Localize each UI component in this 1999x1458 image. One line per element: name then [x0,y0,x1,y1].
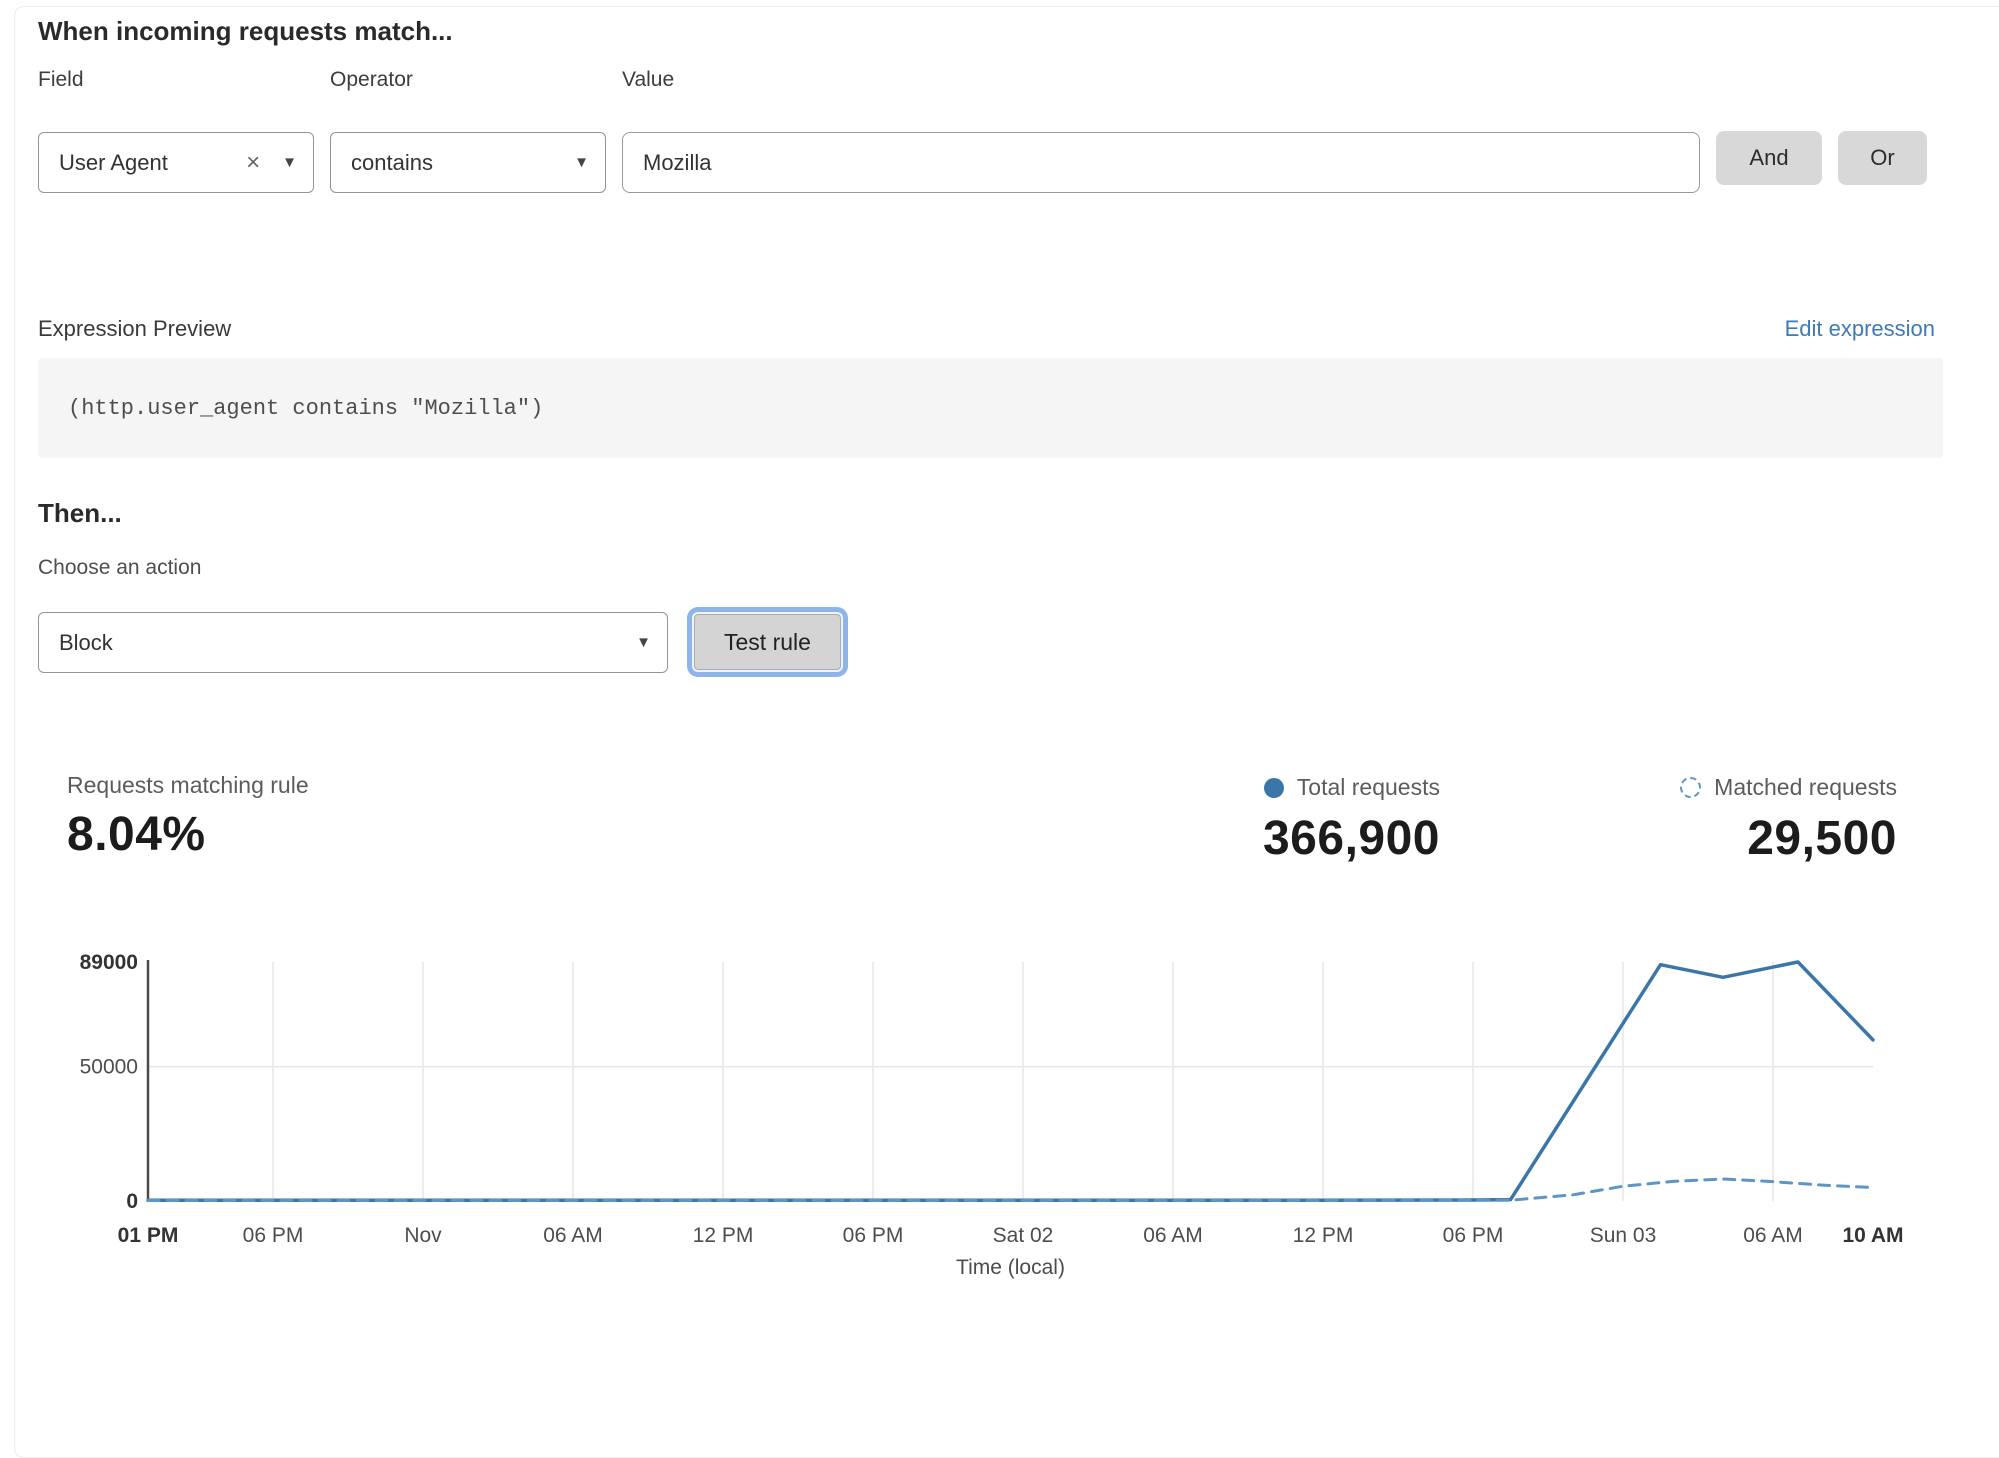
chart-x-tick-label: 06 PM [243,1224,304,1247]
chart-y-tick-label: 0 [126,1190,138,1213]
stat-total-value: 366,900 [1263,811,1440,866]
expression-code: (http.user_agent contains "Mozilla") [68,396,543,421]
action-select[interactable]: Block ▼ [38,612,668,673]
stat-matched-value: 29,500 [1747,811,1897,866]
stat-total-requests: Total requests 366,900 [1040,774,1440,866]
stat-matching-label: Requests matching rule [67,772,309,799]
stat-matching-value: 8.04% [67,807,309,862]
chart-x-tick-label: 06 PM [1443,1224,1504,1247]
test-rule-button[interactable]: Test rule [692,612,843,672]
chart-line-total-requests [148,962,1873,1200]
total-requests-dot-icon [1264,778,1284,798]
chevron-down-icon: ▼ [636,635,651,650]
chart-line-matched-requests [148,1179,1873,1200]
chart-x-tick-label: 01 PM [118,1224,179,1247]
page-title: When incoming requests match... [38,16,453,47]
stat-total-label: Total requests [1297,774,1440,801]
clear-icon[interactable]: × [246,151,260,175]
value-label: Value [622,68,674,92]
chart-y-tick-label: 50000 [80,1056,138,1079]
chart-x-tick-label: Sun 03 [1590,1224,1657,1247]
stat-matched-label: Matched requests [1714,774,1897,801]
then-heading: Then... [38,498,122,529]
chart-y-tick-label: 89000 [80,951,138,974]
chart-x-tick-label: 06 AM [1143,1224,1203,1247]
chart-x-tick-label: 06 PM [843,1224,904,1247]
operator-label: Operator [330,68,413,92]
chart-x-tick-label: 06 AM [543,1224,603,1247]
and-button[interactable]: And [1716,131,1822,185]
chart-x-tick-label: 10 AM [1842,1224,1903,1247]
chart-x-tick-label: Nov [404,1224,442,1247]
operator-select[interactable]: contains ▼ [330,132,606,193]
chart-x-tick-label: 06 AM [1743,1224,1803,1247]
stat-requests-matching: Requests matching rule 8.04% [67,772,309,862]
chart-x-tick-label: 12 PM [693,1224,754,1247]
chart-x-axis-title: Time (local) [956,1256,1065,1279]
value-input[interactable] [622,132,1700,193]
action-select-value: Block [59,630,636,656]
matched-requests-dashed-circle-icon [1680,777,1701,798]
requests-line-chart: 0 50000 89000 01 PM 06 PM Nov 06 AM 12 PM 06 PM S… [0,940,1999,1295]
or-button[interactable]: Or [1838,131,1927,185]
chart-x-tick-label: Sat 02 [993,1224,1054,1247]
chevron-down-icon: ▼ [574,155,589,170]
field-select-value: User Agent [59,150,246,176]
chart-x-tick-label: 12 PM [1293,1224,1354,1247]
field-select[interactable]: User Agent × ▼ [38,132,314,193]
expression-preview-label: Expression Preview [38,316,231,342]
field-label: Field [38,68,84,92]
choose-action-label: Choose an action [38,556,201,580]
expression-preview-box: (http.user_agent contains "Mozilla") [38,358,1943,458]
operator-select-value: contains [351,150,574,176]
edit-expression-link[interactable]: Edit expression [1785,316,1935,342]
stat-matched-requests: Matched requests 29,500 [1497,774,1897,866]
chevron-down-icon: ▼ [282,155,297,170]
